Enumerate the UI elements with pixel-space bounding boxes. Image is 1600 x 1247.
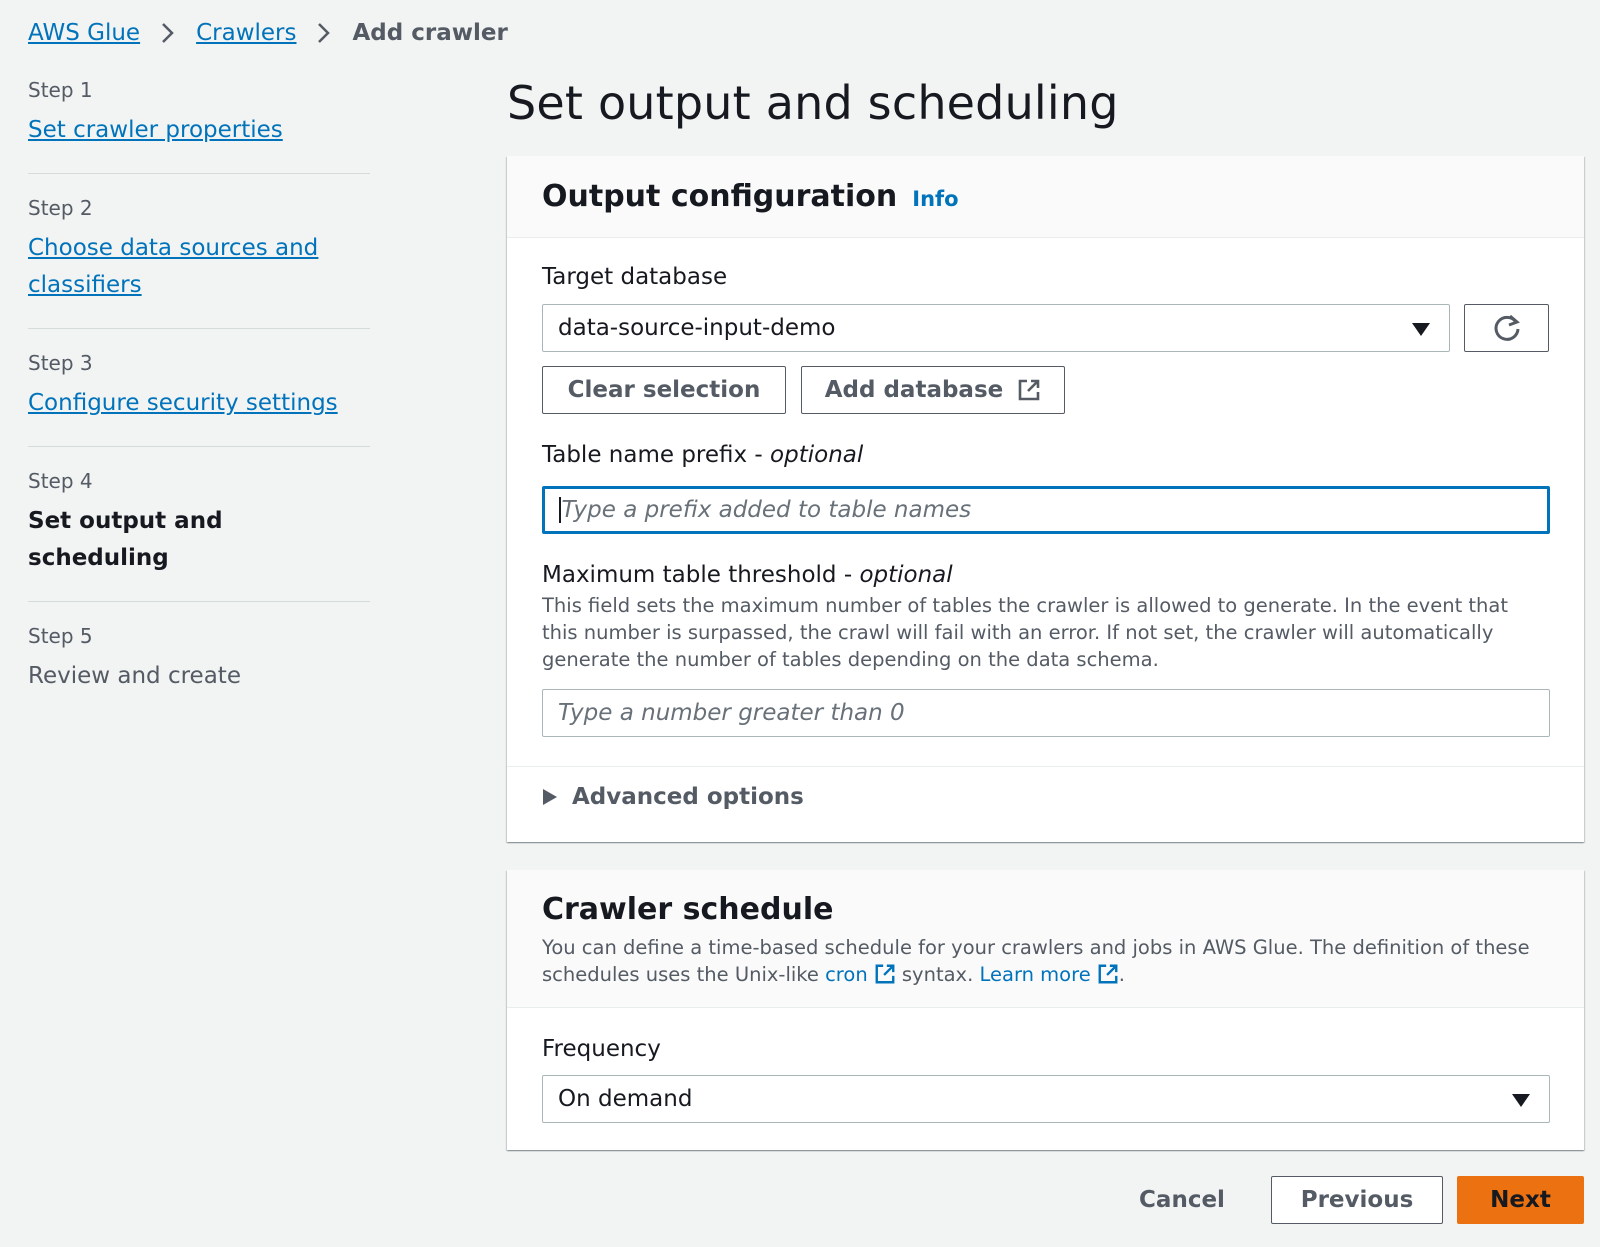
step-link-configure-security[interactable]: Configure security settings [28,385,370,422]
selected-value: On demand [558,1086,693,1112]
caret-down-icon [1512,1094,1530,1107]
step-current-set-output: Set output and scheduling [28,508,223,571]
step-3: Step 3 Configure security settings [28,351,370,447]
breadcrumb-current: Add crawler [352,20,508,46]
label-text: Table name prefix - [542,442,771,468]
step-number: Step 2 [28,196,93,220]
frequency-label: Frequency [542,1036,661,1062]
button-label: Add database [824,377,1004,403]
external-link-icon [1018,379,1040,401]
text-cursor [559,497,561,523]
schedule-description: You can define a time-based schedule for… [542,934,1549,988]
panel-title: Output configuration [542,179,898,214]
output-configuration-panel: Output configuration Info Target databas… [507,156,1584,842]
crawler-schedule-panel: Crawler schedule You can define a time-b… [507,870,1584,1150]
max-table-threshold-label: Maximum table threshold - optional [542,560,953,590]
desc-text: syntax. [895,963,980,986]
cron-link[interactable]: cron [825,963,896,986]
panel-header: Crawler schedule You can define a time-b… [507,870,1584,1008]
divider [507,766,1584,767]
breadcrumb: AWS Glue Crawlers Add crawler [28,16,508,50]
threshold-description: This field sets the maximum number of ta… [542,594,1509,671]
caret-right-icon [543,789,557,805]
panel-title: Crawler schedule [542,892,834,927]
advanced-options-toggle[interactable]: Advanced options [542,784,804,810]
refresh-icon [1494,314,1520,341]
external-link-icon [875,964,895,984]
step-number: Step 5 [28,624,93,648]
chevron-right-icon [140,21,196,45]
panel-header: Output configuration Info [507,156,1584,238]
previous-button[interactable]: Previous [1271,1176,1443,1224]
input-placeholder: Type a number greater than 0 [558,700,905,726]
step-2: Step 2 Choose data sources and classifie… [28,196,370,329]
optional-tag: optional [770,442,864,468]
step-4: Step 4 Set output and scheduling [28,469,370,602]
page-title: Set output and scheduling [507,76,1119,130]
breadcrumb-crawlers[interactable]: Crawlers [196,20,296,46]
step-link-choose-data-sources[interactable]: Choose data sources and classifiers [28,230,370,304]
link-text: cron [825,963,868,986]
refresh-button[interactable] [1464,304,1549,352]
clear-selection-button[interactable]: Clear selection [542,366,786,414]
caret-down-icon [1412,323,1430,336]
step-number: Step 4 [28,469,93,493]
link-text: Learn more [979,963,1091,986]
wizard-steps-nav: Step 1 Set crawler properties Step 2 Cho… [28,78,370,741]
step-link-set-crawler-properties[interactable]: Set crawler properties [28,112,370,149]
learn-more-link[interactable]: Learn more [979,963,1118,986]
breadcrumb-aws-glue[interactable]: AWS Glue [28,20,140,46]
max-table-threshold-input[interactable]: Type a number greater than 0 [542,689,1550,737]
step-review-and-create: Review and create [28,663,241,689]
next-button[interactable]: Next [1457,1176,1584,1224]
toggle-label: Advanced options [572,784,804,810]
input-placeholder: Type a prefix added to table names [561,497,972,523]
button-label: Clear selection [567,377,761,403]
step-number: Step 3 [28,351,93,375]
chevron-right-icon [296,21,352,45]
label-text: Maximum table threshold - [542,562,860,588]
step-title-line: Choose data sources and [28,235,319,261]
frequency-select[interactable]: On demand [542,1075,1550,1123]
desc-text: . [1118,963,1125,986]
target-database-label: Target database [542,264,728,290]
step-1: Step 1 Set crawler properties [28,78,370,174]
optional-tag: optional [859,562,953,588]
table-prefix-input[interactable]: Type a prefix added to table names [542,486,1550,534]
cancel-button[interactable]: Cancel [1132,1176,1232,1224]
step-number: Step 1 [28,78,93,102]
step-5: Step 5 Review and create [28,624,370,719]
step-title-line: classifiers [28,272,142,298]
info-link[interactable]: Info [912,187,958,211]
add-database-button[interactable]: Add database [801,366,1065,414]
selected-value: data-source-input-demo [558,315,836,341]
external-link-icon [1098,964,1118,984]
target-database-select[interactable]: data-source-input-demo [542,304,1450,352]
table-prefix-label: Table name prefix - optional [542,440,863,470]
